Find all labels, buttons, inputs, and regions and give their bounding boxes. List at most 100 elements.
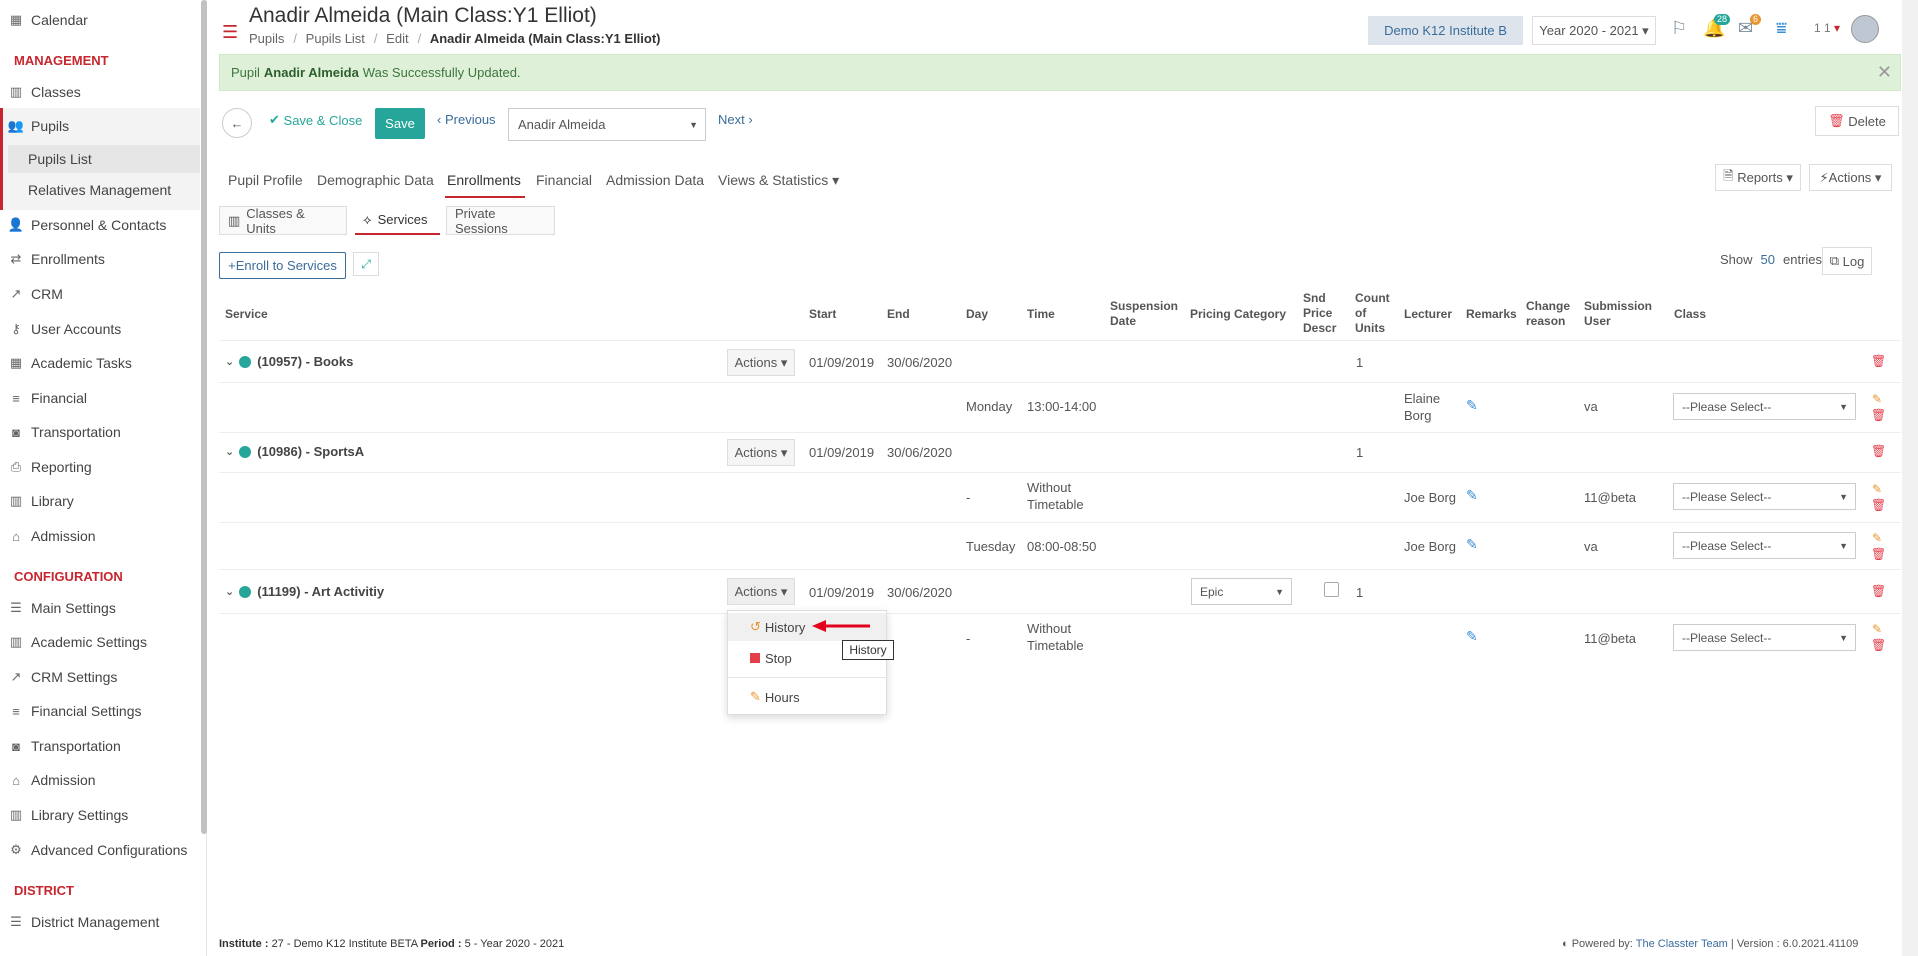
sidebar-item-crm-settings[interactable]: ↗ CRM Settings xyxy=(0,662,200,692)
previous-button[interactable]: ‹ Previous xyxy=(437,112,496,127)
trash-icon[interactable]: 🗑 xyxy=(1871,354,1886,368)
service-group-row[interactable]: ⌄ (10957) - Books xyxy=(225,354,353,369)
trash-icon[interactable]: 🗑 xyxy=(1871,444,1886,458)
sidebar-item-financial[interactable]: ≡ Financial xyxy=(0,383,200,413)
row-actions-button[interactable]: Actions ▾ xyxy=(727,349,795,376)
trash-icon[interactable]: 🗑 xyxy=(1871,638,1886,652)
save-close-button[interactable]: ✔ Save & Close xyxy=(269,112,362,128)
back-button[interactable]: ← xyxy=(222,108,252,138)
sidebar-item-advanced-configurations[interactable]: ⚙ Advanced Configurations xyxy=(0,835,200,865)
sidebar-item-relatives[interactable]: Relatives Management xyxy=(8,176,200,204)
service-group-row[interactable]: ⌄ (10986) - SportsA xyxy=(225,444,364,459)
pricing-category-select[interactable]: Epic ▼ xyxy=(1191,578,1292,605)
class-select[interactable]: --Please Select-- ▼ xyxy=(1673,532,1856,559)
crumb-pupils[interactable]: Pupils xyxy=(249,31,284,46)
subtab-services[interactable]: ⟡ Services xyxy=(355,206,440,235)
enroll-to-services-button[interactable]: + Enroll to Services xyxy=(219,252,346,279)
snd-price-checkbox[interactable] xyxy=(1324,582,1339,597)
pencil-icon[interactable]: ✎ xyxy=(1872,622,1882,636)
menu-item-hours[interactable]: ✎ Hours xyxy=(728,683,886,711)
expand-icon[interactable]: ⤢ xyxy=(353,252,379,276)
sidebar-item-transportation[interactable]: ◙ Transportation xyxy=(0,417,200,447)
user-menu[interactable]: 1 1 ▾ xyxy=(1814,21,1840,35)
log-button[interactable]: ⧉ Log xyxy=(1822,247,1872,275)
pencil-icon[interactable]: ✎ xyxy=(1872,531,1882,545)
institute-selector[interactable]: Demo K12 Institute B xyxy=(1368,16,1523,45)
sidebar-item-transportation-settings[interactable]: ◙ Transportation xyxy=(0,731,200,761)
row-actions-button[interactable]: Actions ▾ xyxy=(727,578,795,605)
edit-remarks-icon[interactable]: ✎ xyxy=(1466,487,1478,504)
flag-icon[interactable]: ⚐ xyxy=(1671,18,1687,39)
service-group-row[interactable]: ⌄ (11199) - Art Activitiy xyxy=(225,584,384,599)
entries-count-select[interactable]: 50 xyxy=(1761,252,1775,267)
institution-icon: ⌂ xyxy=(12,772,20,788)
cell-day: Monday xyxy=(966,399,1013,414)
crumb-edit[interactable]: Edit xyxy=(386,31,408,46)
row-actions-button[interactable]: Actions ▾ xyxy=(727,439,795,466)
edit-remarks-icon[interactable]: ✎ xyxy=(1466,628,1478,645)
tab-demographic-data[interactable]: Demographic Data xyxy=(317,172,434,188)
crumb-pupils-list[interactable]: Pupils List xyxy=(306,31,365,46)
subtab-classes-units[interactable]: ▥ Classes & Units xyxy=(219,206,347,236)
sidebar-item-pupils[interactable]: 👥 Pupils xyxy=(0,111,200,141)
chevron-down-icon[interactable]: ⌄ xyxy=(225,585,234,598)
layers-icon[interactable]: ⩸ xyxy=(1776,18,1787,39)
sidebar-item-classes[interactable]: ▥ Classes xyxy=(0,77,200,107)
pencil-icon[interactable]: ✎ xyxy=(1872,482,1882,496)
tab-financial[interactable]: Financial xyxy=(536,172,592,188)
edit-remarks-icon[interactable]: ✎ xyxy=(1466,536,1478,553)
tab-views-statistics[interactable]: Views & Statistics ▾ xyxy=(718,172,839,189)
sidebar-item-academic-tasks[interactable]: ▦ Academic Tasks xyxy=(0,348,200,378)
tab-admission-data[interactable]: Admission Data xyxy=(606,172,704,188)
pupil-select[interactable]: Anadir Almeida ▼ xyxy=(508,108,706,141)
person-icon: 👤 xyxy=(7,217,25,232)
year-selector[interactable]: Year 2020 - 2021 ▾ xyxy=(1532,16,1656,45)
delete-button[interactable]: 🗑 Delete xyxy=(1815,106,1899,136)
sidebar-item-reporting[interactable]: ⎙ Reporting xyxy=(0,452,200,482)
classter-team-link[interactable]: The Classter Team xyxy=(1636,938,1728,950)
coins-icon: ≡ xyxy=(12,390,20,406)
chevron-down-icon[interactable]: ⌄ xyxy=(225,355,234,368)
cell-submission-user: va xyxy=(1584,399,1598,414)
th-lecturer: Lecturer xyxy=(1404,307,1453,321)
subtab-private-sessions[interactable]: Private Sessions xyxy=(446,206,555,236)
reports-button[interactable]: 🗎 Reports ▾ xyxy=(1715,164,1801,191)
pencil-icon[interactable]: ✎ xyxy=(1872,392,1882,406)
trash-icon[interactable]: 🗑 xyxy=(1871,498,1886,512)
sidebar-item-district-management[interactable]: ☰ District Management xyxy=(0,907,200,937)
sidebar-item-academic-settings[interactable]: ▥ Academic Settings xyxy=(0,627,200,657)
sidebar-item-admission[interactable]: ⌂ Admission xyxy=(0,521,200,551)
actions-label: Actions xyxy=(734,584,778,599)
close-icon[interactable]: ✕ xyxy=(1877,62,1892,83)
edit-remarks-icon[interactable]: ✎ xyxy=(1466,397,1478,414)
class-select[interactable]: --Please Select-- ▼ xyxy=(1673,483,1856,510)
class-select[interactable]: --Please Select-- ▼ xyxy=(1673,393,1856,420)
next-button[interactable]: Next › xyxy=(718,112,753,127)
sidebar-item-calendar[interactable]: ▦ Calendar xyxy=(0,5,200,35)
hamburger-icon[interactable]: ☰ xyxy=(222,22,238,43)
class-select[interactable]: --Please Select-- ▼ xyxy=(1673,624,1856,651)
sidebar-item-user-accounts[interactable]: ⚷ User Accounts xyxy=(0,314,200,344)
trash-icon[interactable]: 🗑 xyxy=(1871,547,1886,561)
sidebar-item-crm[interactable]: ↗ CRM xyxy=(0,279,200,309)
actions-button[interactable]: ⚡ Actions ▾ xyxy=(1809,164,1892,191)
sidebar-item-enrollments[interactable]: ⇄ Enrollments xyxy=(0,244,200,274)
sidebar-item-personnel[interactable]: 👤 Personnel & Contacts xyxy=(0,210,200,240)
delete-label: Delete xyxy=(1848,113,1886,129)
avatar[interactable] xyxy=(1851,15,1879,43)
chevron-down-icon[interactable]: ⌄ xyxy=(225,445,234,458)
tab-enrollments[interactable]: Enrollments xyxy=(447,172,521,188)
sidebar-item-admission-settings[interactable]: ⌂ Admission xyxy=(0,765,200,795)
trash-icon[interactable]: 🗑 xyxy=(1871,408,1886,422)
page-scrollbar[interactable] xyxy=(1902,0,1918,956)
sidebar-item-pupils-list[interactable]: Pupils List xyxy=(8,145,200,173)
sidebar-item-library[interactable]: ▥ Library xyxy=(0,486,200,516)
sidebar-scrollbar[interactable] xyxy=(201,0,207,834)
trash-icon[interactable]: 🗑 xyxy=(1871,584,1886,598)
tab-pupil-profile[interactable]: Pupil Profile xyxy=(228,172,303,188)
sidebar-item-main-settings[interactable]: ☰ Main Settings xyxy=(0,593,200,623)
sidebar-item-label: Library xyxy=(31,493,74,509)
sidebar-item-financial-settings[interactable]: ≡ Financial Settings xyxy=(0,696,200,726)
sidebar-item-library-settings[interactable]: ▥ Library Settings xyxy=(0,800,200,830)
save-button[interactable]: Save xyxy=(375,108,425,139)
